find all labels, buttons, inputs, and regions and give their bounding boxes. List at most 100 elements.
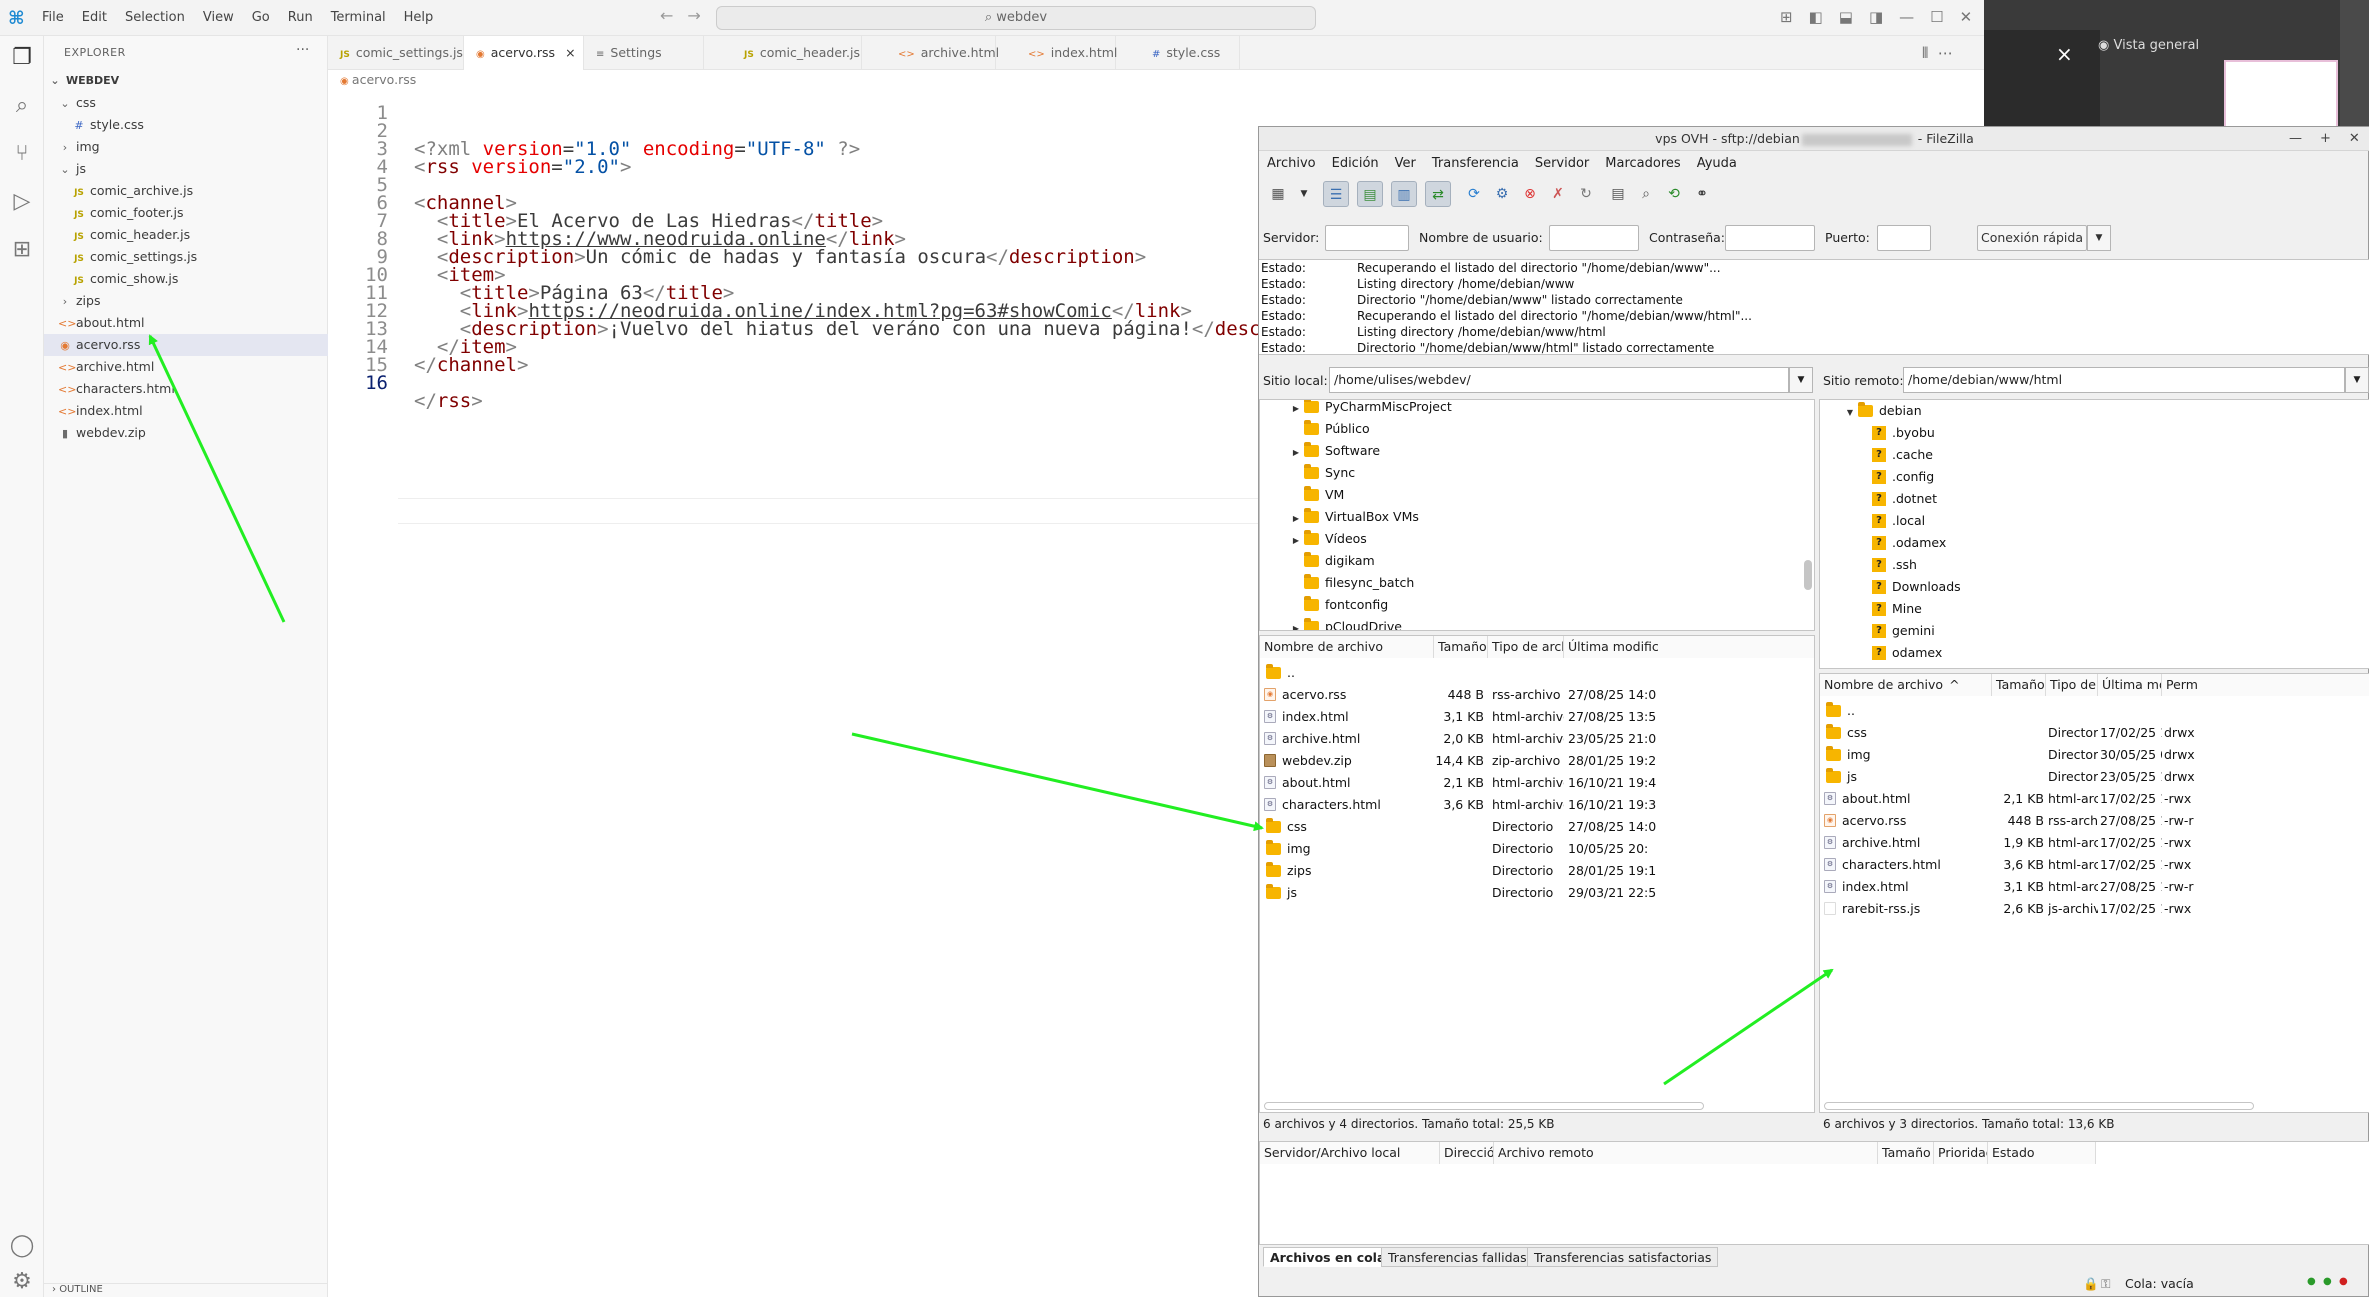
disconnect-icon[interactable]: ✗ (1545, 181, 1571, 207)
local-file-list[interactable]: Nombre de archivoTamaño de aTipo de arch… (1259, 635, 1815, 1113)
toggle-remote-tree-icon[interactable]: ▥ (1391, 181, 1417, 207)
local-tree-node[interactable]: Sync (1290, 462, 1355, 484)
remote-file-row[interactable]: ◉ acervo.rss 448 B rss-archivo27/08/25 14:.… (1820, 810, 2369, 832)
tree-item[interactable]: ▮ webdev.zip (44, 422, 328, 444)
tree-item[interactable]: JS comic_footer.js (44, 202, 328, 224)
tree-item[interactable]: <>about.html (44, 312, 328, 334)
remote-tree-node[interactable]: ? Mine (1858, 598, 1922, 620)
toggle-panel-icon[interactable]: ⬓ (1839, 8, 1853, 26)
menu-view[interactable]: View (203, 10, 234, 25)
reconnect-icon[interactable]: ↻ (1573, 181, 1599, 207)
tab-comic-header-js[interactable]: JS comic_header.js (732, 36, 862, 70)
port-input[interactable] (1877, 225, 1931, 251)
local-tree-node[interactable]: ▶ pCloudDrive (1290, 616, 1402, 630)
local-file-row[interactable]: css Directorio 27/08/25 14:0 (1260, 816, 1814, 838)
remote-list-hscrollbar[interactable] (1824, 1102, 2254, 1110)
tab-settings[interactable]: ≡ Settings (584, 36, 704, 70)
local-file-row[interactable]: img Directorio 10/05/25 20: (1260, 838, 1814, 860)
toggle-log-icon[interactable]: ☰ (1323, 181, 1349, 207)
refresh-icon[interactable]: ⟳ (1461, 181, 1487, 207)
queue-col-priority[interactable]: Prioridad (1934, 1142, 1988, 1164)
remote-file-row[interactable]: js Directorio23/05/25 14:...drwx (1820, 766, 2369, 788)
local-file-row[interactable]: ⚙ archive.html 2,0 KB html-archivo 23/05/25 … (1260, 728, 1814, 750)
remote-file-row[interactable]: css Directorio17/02/25 16:...drwx (1820, 722, 2369, 744)
expand-triangle-icon[interactable]: ▶ (1290, 508, 1302, 530)
queue-col-remote[interactable]: Archivo remoto (1494, 1142, 1878, 1164)
menu-edicion[interactable]: Edición (1332, 153, 1379, 175)
toggle-sidebar-icon[interactable]: ◧ (1809, 8, 1823, 26)
local-path-input[interactable]: /home/ulises/webdev/ (1329, 367, 1789, 393)
workspace-thumbnail[interactable] (2224, 60, 2338, 130)
password-input[interactable] (1725, 225, 1815, 251)
menu-edit[interactable]: Edit (82, 10, 107, 25)
queue-col-status[interactable]: Estado (1988, 1142, 2096, 1164)
queue-col-size[interactable]: Tamaño (1878, 1142, 1934, 1164)
toggle-secondary-sidebar-icon[interactable]: ◨ (1869, 8, 1883, 26)
local-file-row[interactable]: ⚙ index.html 3,1 KB html-archivo 27/08/25 13… (1260, 706, 1814, 728)
message-log[interactable]: Estado: Recuperando el listado del direct… (1259, 259, 2369, 355)
workspace-root[interactable]: ⌄ WEBDEV (44, 70, 328, 92)
menu-archivo[interactable]: Archivo (1267, 153, 1316, 175)
menu-transferencia[interactable]: Transferencia (1432, 153, 1519, 175)
remote-tree-node[interactable]: ▼ debian (1844, 400, 1922, 422)
tab-index-html[interactable]: <> index.html (1016, 36, 1117, 70)
remote-tree-node[interactable]: ? .local (1858, 510, 1925, 532)
split-editor-icon[interactable]: ⫴ (1922, 44, 1928, 62)
menu-go[interactable]: Go (252, 10, 270, 25)
remote-col-header[interactable]: Tamaño de (1992, 674, 2046, 696)
collapse-triangle-icon[interactable]: ▼ (1844, 402, 1856, 424)
menu-run[interactable]: Run (288, 10, 313, 25)
manage-gear-icon[interactable]: ⚙ (8, 1268, 36, 1296)
remote-path-input[interactable]: /home/debian/www/html (1903, 367, 2345, 393)
tree-item[interactable]: ⌄ css (44, 92, 328, 114)
remote-tree-node[interactable]: ? gemini (1858, 620, 1935, 642)
remote-tree-node[interactable]: ? texts (1858, 664, 1923, 668)
maximize-icon[interactable]: ☐ (1930, 8, 1943, 26)
remote-tree-node[interactable]: ? .config (1858, 466, 1934, 488)
local-col-header[interactable]: Tipo de archivo (1488, 636, 1564, 658)
menu-ayuda[interactable]: Ayuda (1697, 153, 1737, 175)
extensions-icon[interactable]: ⊞ (8, 236, 36, 264)
remote-tree-node[interactable]: ? Downloads (1858, 576, 1961, 598)
back-arrow-icon[interactable]: ← (660, 6, 673, 25)
tree-item[interactable]: # style.css (44, 114, 328, 136)
tree-item[interactable]: ◉ acervo.rss (44, 334, 328, 356)
local-file-row[interactable]: ⚙ about.html 2,1 KB html-archivo 16/10/21 19… (1260, 772, 1814, 794)
remote-col-header[interactable]: Última modifica (2098, 674, 2162, 696)
run-debug-icon[interactable]: ▷ (8, 188, 36, 216)
tree-item[interactable]: <>characters.html (44, 378, 328, 400)
remote-file-row[interactable]: ⚙ archive.html 1,9 KB html-archi...17/02/25… (1820, 832, 2369, 854)
menu-marcadores[interactable]: Marcadores (1605, 153, 1680, 175)
local-file-row[interactable]: zips Directorio 28/01/25 19:1 (1260, 860, 1814, 882)
menu-file[interactable]: File (42, 10, 64, 25)
local-file-row[interactable]: webdev.zip 14,4 KB zip-archivo 28/01/25 19:… (1260, 750, 1814, 772)
expand-triangle-icon[interactable]: ▶ (1290, 400, 1302, 420)
remote-file-row[interactable]: ⚙ about.html 2,1 KB html-archi...17/02/25 1… (1820, 788, 2369, 810)
tree-item[interactable]: JS comic_header.js (44, 224, 328, 246)
forward-arrow-icon[interactable]: → (687, 6, 700, 25)
menu-selection[interactable]: Selection (125, 10, 185, 25)
local-list-hscrollbar[interactable] (1264, 1102, 1704, 1110)
menu-help[interactable]: Help (404, 10, 434, 25)
minimize-icon[interactable]: — (2289, 131, 2302, 146)
sync-browsing-icon[interactable]: ⟲ (1661, 181, 1687, 207)
expand-triangle-icon[interactable]: ▶ (1290, 530, 1302, 552)
remote-file-row[interactable]: .. (1820, 700, 2369, 722)
remote-file-row[interactable]: ⚙ characters.html 3,6 KB html-archi...17/02… (1820, 854, 2369, 876)
quickconnect-dropdown-icon[interactable]: ▼ (2087, 225, 2111, 251)
local-tree-node[interactable]: digikam (1290, 550, 1375, 572)
local-path-dropdown-icon[interactable]: ▼ (1789, 367, 1813, 393)
tab-acervo-rss[interactable]: ◉ acervo.rss × (464, 36, 584, 70)
menu-servidor[interactable]: Servidor (1535, 153, 1589, 175)
process-queue-icon[interactable]: ⚙ (1489, 181, 1515, 207)
close-icon[interactable]: ✕ (1960, 8, 1973, 26)
toggle-queue-icon[interactable]: ⇄ (1425, 181, 1451, 207)
tree-item[interactable]: <>archive.html (44, 356, 328, 378)
overview-label[interactable]: ◉ Vista general (2098, 38, 2199, 53)
remote-file-list[interactable]: Nombre de archivo ^ Tamaño de Tipo de arch Ú… (1819, 673, 2369, 1113)
expand-triangle-icon[interactable]: ▶ (1290, 618, 1302, 630)
remote-tree-node[interactable]: ? .ssh (1858, 554, 1917, 576)
tree-item[interactable]: › zips (44, 290, 328, 312)
remote-tree-node[interactable]: ? .dotnet (1858, 488, 1937, 510)
tree-item[interactable]: ⌄ js (44, 158, 328, 180)
